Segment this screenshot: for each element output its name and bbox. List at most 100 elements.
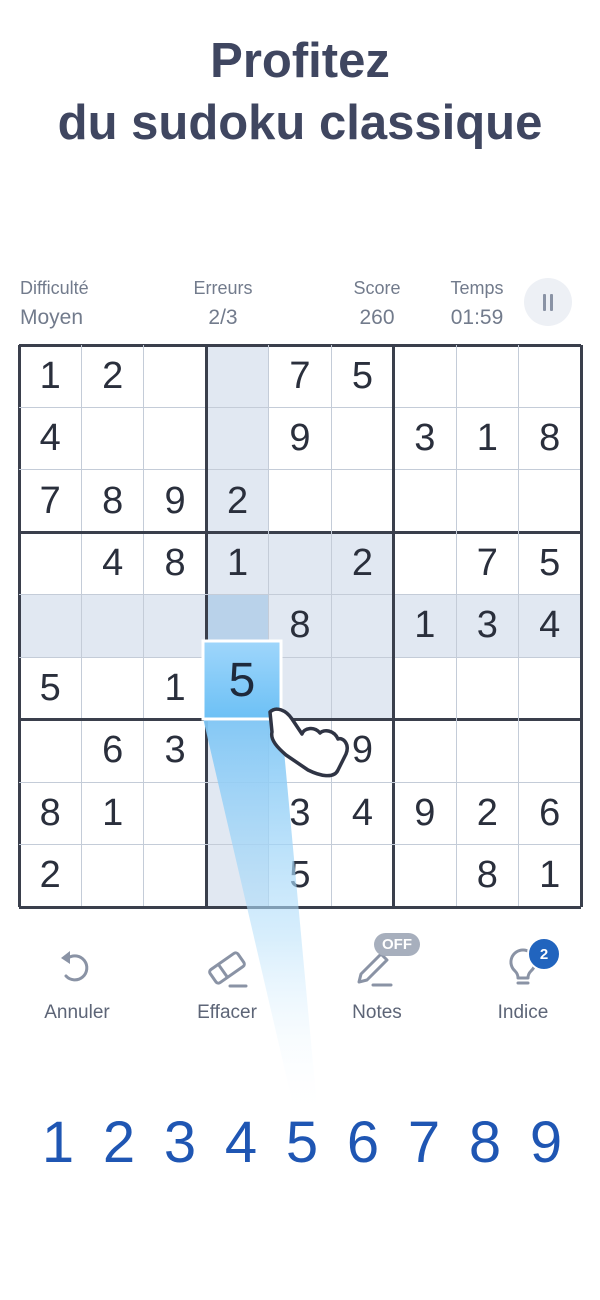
sudoku-cell[interactable] — [81, 845, 143, 907]
sudoku-cell[interactable]: 2 — [331, 532, 394, 595]
sudoku-cell[interactable] — [19, 532, 81, 594]
sudoku-cell[interactable] — [268, 532, 332, 595]
sudoku-cell[interactable]: 4 — [518, 594, 581, 658]
sudoku-cell[interactable] — [144, 782, 206, 844]
sudoku-cell[interactable] — [519, 657, 581, 719]
sudoku-cell[interactable] — [206, 844, 269, 907]
sudoku-cell[interactable] — [456, 720, 518, 782]
sudoku-cell[interactable]: 1 — [206, 532, 269, 595]
sudoku-cell[interactable] — [81, 594, 144, 658]
sudoku-cell[interactable]: 4 — [19, 407, 81, 469]
sudoku-cell[interactable] — [456, 657, 518, 719]
time-label: Temps — [450, 278, 504, 298]
sudoku-cell[interactable]: 2 — [81, 345, 143, 407]
sudoku-cell[interactable] — [394, 532, 456, 594]
grid-line — [19, 781, 581, 783]
sudoku-cell[interactable]: 7 — [269, 345, 331, 407]
score-stat: Score 260 — [330, 276, 424, 332]
sudoku-cell[interactable]: 3 — [394, 407, 456, 469]
sudoku-cell[interactable]: 6 — [81, 720, 143, 782]
sudoku-cell[interactable] — [394, 845, 456, 907]
sudoku-cell[interactable] — [206, 345, 269, 408]
sudoku-cell[interactable]: 2 — [206, 469, 269, 533]
sudoku-cell[interactable]: 3 — [456, 594, 519, 658]
sudoku-cell[interactable]: 5 — [519, 532, 581, 594]
numpad-key-7[interactable]: 7 — [394, 1108, 454, 1178]
numpad-key-6[interactable]: 6 — [333, 1108, 393, 1178]
numpad-key-2[interactable]: 2 — [89, 1108, 149, 1178]
sudoku-cell[interactable]: 9 — [269, 407, 331, 469]
grid-line — [19, 469, 581, 471]
sudoku-cell[interactable] — [394, 345, 456, 407]
sudoku-cell[interactable]: 9 — [394, 782, 456, 844]
sudoku-cell[interactable]: 9 — [331, 720, 393, 782]
sudoku-cell[interactable] — [19, 594, 82, 658]
sudoku-cell[interactable]: 9 — [144, 470, 206, 532]
sudoku-cell[interactable]: 4 — [331, 782, 393, 844]
sudoku-cell[interactable] — [144, 407, 206, 469]
sudoku-cell[interactable] — [519, 470, 581, 532]
sudoku-cell[interactable] — [206, 719, 269, 783]
numpad-key-8[interactable]: 8 — [455, 1108, 515, 1178]
grid-line — [143, 345, 145, 907]
sudoku-cell[interactable] — [331, 657, 394, 720]
sudoku-cell[interactable] — [206, 782, 269, 845]
sudoku-cell[interactable] — [81, 407, 143, 469]
sudoku-cell[interactable] — [519, 345, 581, 407]
sudoku-cell[interactable]: 1 — [81, 782, 143, 844]
numpad-key-9[interactable]: 9 — [516, 1108, 576, 1178]
pause-icon-bar — [550, 294, 553, 311]
erase-button[interactable]: Effacer — [167, 940, 287, 1024]
undo-button[interactable]: Annuler — [17, 940, 137, 1024]
sudoku-cell[interactable] — [143, 594, 207, 658]
sudoku-cell[interactable] — [331, 470, 393, 532]
sudoku-cell[interactable] — [144, 845, 206, 907]
sudoku-cell[interactable]: 1 — [144, 657, 206, 719]
grid-line — [19, 530, 581, 534]
grid-line — [19, 905, 581, 909]
sudoku-cell[interactable] — [331, 407, 393, 469]
sudoku-cell[interactable] — [394, 657, 456, 719]
numpad-key-3[interactable]: 3 — [150, 1108, 210, 1178]
sudoku-cell[interactable]: 5 — [269, 845, 331, 907]
sudoku-cell[interactable]: 7 — [456, 532, 518, 594]
sudoku-cell[interactable]: 6 — [519, 782, 581, 844]
numpad-key-4[interactable]: 4 — [211, 1108, 271, 1178]
sudoku-cell[interactable] — [331, 845, 393, 907]
sudoku-cell[interactable]: 8 — [144, 532, 206, 594]
sudoku-cell[interactable]: 4 — [81, 532, 143, 594]
sudoku-cell[interactable]: 7 — [19, 470, 81, 532]
sudoku-cell[interactable] — [394, 470, 456, 532]
sudoku-cell[interactable]: 2 — [456, 782, 518, 844]
sudoku-cell[interactable] — [456, 470, 518, 532]
sudoku-cell[interactable]: 1 — [519, 845, 581, 907]
sudoku-cell[interactable] — [269, 470, 331, 532]
sudoku-cell[interactable] — [331, 594, 394, 658]
sudoku-cell[interactable]: 5 — [331, 345, 393, 407]
sudoku-cell[interactable]: 2 — [19, 845, 81, 907]
pause-button[interactable] — [524, 278, 572, 326]
numpad-key-5[interactable]: 5 — [272, 1108, 332, 1178]
sudoku-cell[interactable] — [19, 720, 81, 782]
sudoku-cell[interactable]: 1 — [393, 594, 457, 658]
sudoku-cell[interactable]: 8 — [19, 782, 81, 844]
sudoku-board: 127549318789248127581345163981349262581 — [17, 343, 583, 909]
sudoku-cell[interactable]: 3 — [144, 720, 206, 782]
sudoku-cell[interactable]: 1 — [456, 407, 518, 469]
sudoku-cell[interactable] — [206, 407, 269, 470]
sudoku-cell[interactable]: 1 — [19, 345, 81, 407]
sudoku-cell[interactable] — [81, 657, 143, 719]
difficulty-stat: Difficulté Moyen — [20, 276, 120, 332]
sudoku-cell[interactable]: 8 — [81, 470, 143, 532]
sudoku-cell[interactable] — [456, 345, 518, 407]
sudoku-cell[interactable] — [394, 720, 456, 782]
sudoku-cell[interactable] — [144, 345, 206, 407]
sudoku-cell[interactable] — [269, 720, 331, 782]
hint-button[interactable]: Indice — [463, 940, 583, 1024]
sudoku-cell[interactable]: 8 — [519, 407, 581, 469]
sudoku-cell[interactable] — [519, 720, 581, 782]
numpad-key-1[interactable]: 1 — [28, 1108, 88, 1178]
sudoku-cell[interactable]: 3 — [269, 782, 331, 844]
sudoku-cell[interactable]: 8 — [456, 845, 518, 907]
sudoku-cell[interactable]: 5 — [19, 657, 81, 719]
